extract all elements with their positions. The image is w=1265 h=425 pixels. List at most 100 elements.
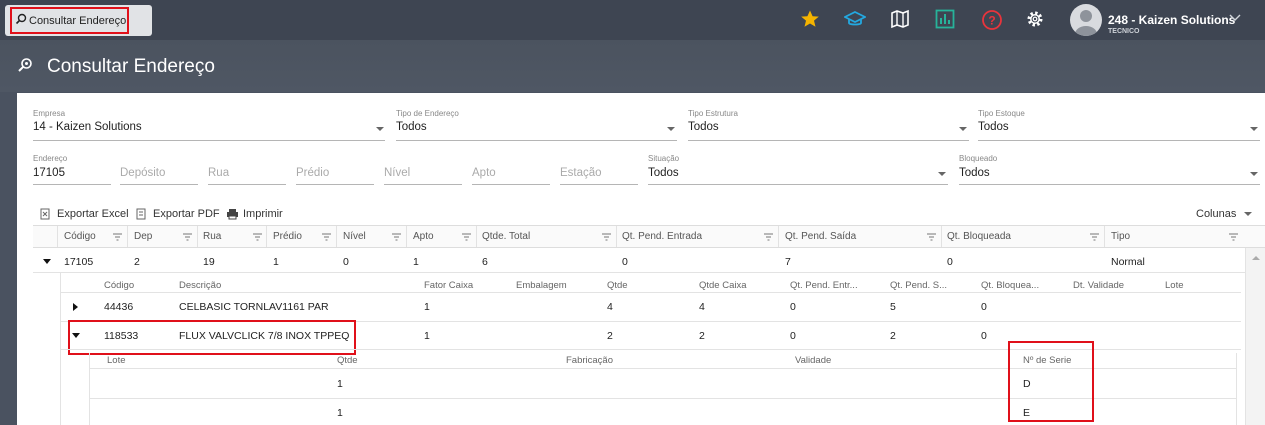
subcol-bloqueada[interactable]: Qt. Bloquea... — [981, 280, 1039, 291]
subcell-bloqueada: 0 — [981, 301, 987, 313]
col-predio[interactable]: Prédio — [273, 231, 302, 242]
columns-button[interactable]: Colunas — [1196, 208, 1236, 220]
bloqueado-select[interactable]: Todos — [959, 167, 990, 179]
chevron-down-icon[interactable] — [1229, 13, 1241, 25]
empresa-select[interactable]: 14 - Kaizen Solutions — [33, 121, 142, 133]
lotcell-qtde: 1 — [337, 407, 343, 419]
deposito-input[interactable]: Depósito — [120, 167, 165, 179]
excel-icon[interactable] — [40, 208, 51, 223]
col-rua[interactable]: Rua — [203, 231, 221, 242]
column-divider — [127, 226, 128, 247]
subcol-lote[interactable]: Lote — [1165, 280, 1184, 291]
subcol-descricao[interactable]: Descrição — [179, 280, 221, 291]
graduation-cap-icon[interactable] — [842, 9, 868, 31]
lot-frame — [1236, 353, 1237, 425]
tipo-endereco-select[interactable]: Todos — [396, 121, 427, 133]
gear-icon[interactable] — [1025, 9, 1047, 31]
expand-row-icon[interactable] — [73, 303, 78, 311]
lotcol-lote[interactable]: Lote — [107, 355, 126, 366]
lotcol-fabricacao[interactable]: Fabricação — [566, 355, 613, 366]
subcell-bloqueada: 0 — [981, 330, 987, 342]
subcol-pend-entr[interactable]: Qt. Pend. Entr... — [790, 280, 858, 291]
pdf-icon[interactable] — [136, 208, 147, 223]
subcol-qtde-caixa[interactable]: Qtde Caixa — [699, 280, 747, 291]
col-nivel[interactable]: Nível — [343, 231, 366, 242]
filter-icon[interactable] — [392, 232, 401, 244]
tipo-estrutura-underline — [688, 140, 969, 141]
filter-icon[interactable] — [602, 232, 611, 244]
subcell-pend-entr: 0 — [790, 301, 796, 313]
col-bloqueada[interactable]: Qt. Bloqueada — [947, 231, 1011, 242]
printer-icon[interactable] — [226, 208, 239, 223]
filter-icon[interactable] — [764, 232, 773, 244]
subcol-dt-validade[interactable]: Dt. Validade — [1073, 280, 1124, 291]
export-pdf-button[interactable]: Exportar PDF — [153, 208, 220, 220]
avatar[interactable] — [1070, 4, 1102, 36]
col-codigo[interactable]: Código — [64, 231, 96, 242]
filter-icon[interactable] — [1090, 232, 1099, 244]
col-qtde-total[interactable]: Qtde. Total — [482, 231, 530, 242]
subcol-qtde[interactable]: Qtde — [607, 280, 628, 291]
predio-input[interactable]: Prédio — [296, 167, 329, 179]
tipo-endereco-underline — [396, 140, 677, 141]
cell-predio: 1 — [273, 256, 279, 268]
column-divider — [616, 226, 617, 247]
filter-icon[interactable] — [322, 232, 331, 244]
export-excel-button[interactable]: Exportar Excel — [57, 208, 129, 220]
filter-icon[interactable] — [462, 232, 471, 244]
chevron-down-icon[interactable] — [959, 127, 967, 131]
highlight-box — [1008, 341, 1094, 422]
col-pend-entrada[interactable]: Qt. Pend. Entrada — [622, 231, 702, 242]
rua-input[interactable]: Rua — [208, 167, 229, 179]
chevron-down-icon[interactable] — [376, 127, 384, 131]
subcell-fator: 1 — [424, 301, 430, 313]
collapse-row-icon[interactable] — [43, 259, 51, 264]
filter-icon[interactable] — [927, 232, 936, 244]
endereco-input[interactable]: 17105 — [33, 167, 65, 179]
subcol-pend-saida[interactable]: Qt. Pend. S... — [890, 280, 947, 291]
col-apto[interactable]: Apto — [413, 231, 434, 242]
col-pend-saida[interactable]: Qt. Pend. Saída — [785, 231, 856, 242]
col-dep[interactable]: Dep — [134, 231, 152, 242]
subcol-fator-caixa[interactable]: Fator Caixa — [424, 280, 473, 291]
chart-icon[interactable] — [935, 9, 957, 31]
cell-rua: 19 — [203, 256, 215, 268]
subcol-embalagem[interactable]: Embalagem — [516, 280, 567, 291]
user-name[interactable]: 248 - Kaizen Solutions — [1108, 13, 1235, 27]
scrollbar[interactable] — [1245, 248, 1265, 425]
help-icon[interactable]: ? — [981, 9, 1003, 31]
filter-icon[interactable] — [1229, 232, 1238, 244]
situacao-select[interactable]: Todos — [648, 167, 679, 179]
situacao-label: Situação — [648, 154, 680, 163]
cell-qtde-total: 6 — [482, 256, 488, 268]
page-title: Consultar Endereço — [47, 56, 215, 77]
situacao-underline — [648, 184, 948, 185]
nivel-input[interactable]: Nível — [384, 167, 410, 179]
lotcol-validade[interactable]: Validade — [795, 355, 831, 366]
estacao-input[interactable]: Estação — [560, 167, 602, 179]
filter-icon[interactable] — [253, 232, 262, 244]
chevron-down-icon[interactable] — [1244, 212, 1252, 216]
cell-dep: 2 — [134, 256, 140, 268]
tipo-estrutura-select[interactable]: Todos — [688, 121, 719, 133]
chevron-down-icon[interactable] — [667, 127, 675, 131]
empresa-underline — [33, 140, 385, 141]
filter-icon[interactable] — [113, 232, 122, 244]
column-divider — [941, 226, 942, 247]
chevron-down-icon[interactable] — [1250, 127, 1258, 131]
tipo-estoque-select[interactable]: Todos — [978, 121, 1009, 133]
star-icon[interactable] — [800, 9, 822, 31]
col-tipo[interactable]: Tipo — [1111, 231, 1130, 242]
subcol-codigo[interactable]: Código — [104, 280, 134, 291]
apto-input[interactable]: Apto — [472, 167, 496, 179]
subcell-fator: 1 — [424, 330, 430, 342]
print-button[interactable]: Imprimir — [243, 208, 283, 220]
chevron-down-icon[interactable] — [1250, 172, 1258, 176]
filter-icon[interactable] — [183, 232, 192, 244]
bloqueado-label: Bloqueado — [959, 154, 998, 163]
lotcol-qtde[interactable]: Qtde — [337, 355, 358, 366]
column-divider — [336, 226, 337, 247]
column-divider — [476, 226, 477, 247]
map-icon[interactable] — [890, 9, 912, 31]
chevron-down-icon[interactable] — [938, 172, 946, 176]
